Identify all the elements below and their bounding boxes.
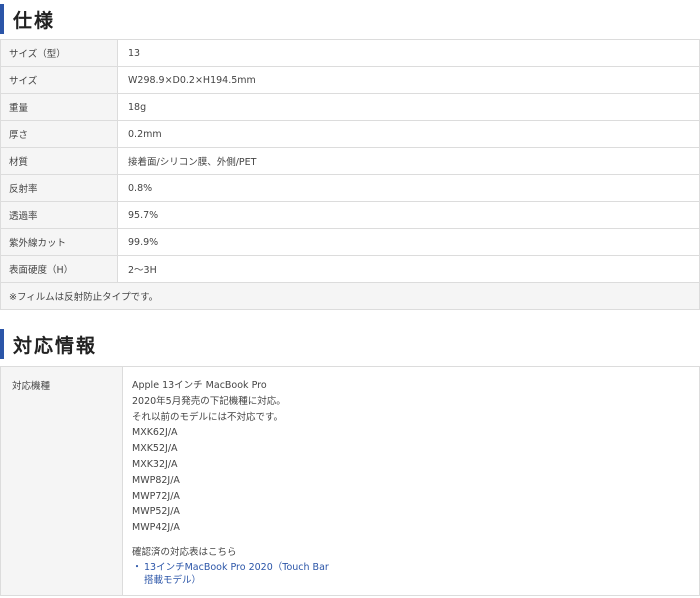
spec-row: サイズ（型） 13 <box>0 39 700 67</box>
spec-value: 13 <box>117 39 700 67</box>
spec-value: 接着面/シリコン膜、外側/PET <box>117 147 700 175</box>
compat-line: それ以前のモデルには不対応です。 <box>132 411 284 423</box>
spec-label: サイズ <box>0 66 118 94</box>
spec-value: 2〜3H <box>117 255 700 283</box>
spec-label: サイズ（型） <box>0 39 118 67</box>
compat-line: Apple 13インチ MacBook Pro <box>132 380 267 391</box>
compat-heading: 対応情報 <box>0 329 97 359</box>
spec-row: 紫外線カット 99.9% <box>0 228 700 256</box>
compat-line: 2020年5月発売の下記機種に対応。 <box>132 395 286 407</box>
model-number: MWP52J/A <box>132 506 180 518</box>
confirmed-text: 確認済の対応表はこちら <box>132 546 237 558</box>
spec-title: 仕様 <box>13 9 56 32</box>
model-number: MXK52J/A <box>132 443 178 455</box>
spec-label: 紫外線カット <box>0 228 118 256</box>
compat-link-item[interactable]: ・ 13インチMacBook Pro 2020（Touch Bar 搭載モデル） <box>132 561 699 587</box>
link-line-1[interactable]: 13インチMacBook Pro 2020（Touch Bar <box>144 562 329 573</box>
spec-heading: 仕様 <box>0 4 55 34</box>
spec-row: 反射率 0.8% <box>0 174 700 202</box>
link-line-2[interactable]: 搭載モデル） <box>144 575 201 586</box>
model-number: MXK62J/A <box>132 427 178 439</box>
model-number: MWP72J/A <box>132 490 180 502</box>
compat-table-link[interactable]: 13インチMacBook Pro 2020（Touch Bar 搭載モデル） <box>144 561 329 587</box>
spec-row: サイズ W298.9×D0.2×H194.5mm <box>0 66 700 94</box>
spec-table: サイズ（型） 13 サイズ W298.9×D0.2×H194.5mm 重量 18… <box>0 39 700 310</box>
spec-row: 表面硬度（H） 2〜3H <box>0 255 700 283</box>
spec-row: 透過率 95.7% <box>0 201 700 229</box>
spec-value: 18g <box>117 93 700 121</box>
spec-label: 表面硬度（H） <box>0 255 118 283</box>
spec-label: 重量 <box>0 93 118 121</box>
spec-label: 厚さ <box>0 120 118 148</box>
spec-value: 0.8% <box>117 174 700 202</box>
model-number: MXK32J/A <box>132 458 178 470</box>
spec-value: W298.9×D0.2×H194.5mm <box>117 66 700 94</box>
spec-note: ※フィルムは反射防止タイプです。 <box>0 282 700 310</box>
model-number: MWP82J/A <box>132 474 180 486</box>
compat-value: Apple 13インチ MacBook Pro 2020年5月発売の下記機種に対… <box>122 366 700 596</box>
compat-row: 対応機種 Apple 13インチ MacBook Pro 2020年5月発売の下… <box>0 366 700 596</box>
spec-row: 厚さ 0.2mm <box>0 120 700 148</box>
spec-label: 透過率 <box>0 201 118 229</box>
spec-value: 0.2mm <box>117 120 700 148</box>
spec-row: 重量 18g <box>0 93 700 121</box>
spec-value: 95.7% <box>117 201 700 229</box>
compat-title: 対応情報 <box>13 334 98 357</box>
spec-label: 反射率 <box>0 174 118 202</box>
spec-value: 99.9% <box>117 228 700 256</box>
spec-row: 材質 接着面/シリコン膜、外側/PET <box>0 147 700 175</box>
spec-label: 材質 <box>0 147 118 175</box>
model-number: MWP42J/A <box>132 522 180 534</box>
compat-table: 対応機種 Apple 13インチ MacBook Pro 2020年5月発売の下… <box>0 366 700 596</box>
spec-note-row: ※フィルムは反射防止タイプです。 <box>0 282 700 310</box>
bullet-icon: ・ <box>132 561 142 573</box>
compat-label: 対応機種 <box>0 366 123 596</box>
